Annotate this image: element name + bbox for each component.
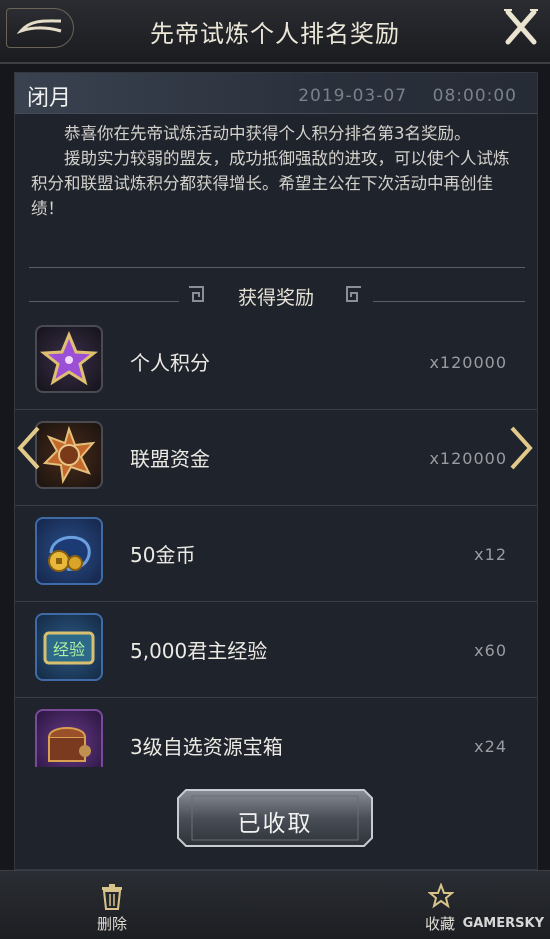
reward-row: 联盟资金 x120000 [15, 409, 537, 506]
mail-time: 08:00:00 [432, 86, 517, 106]
mail-panel: 闭月 2019-03-07 08:00:00 恭喜你在先帝试炼活动中获得个人积分… [14, 72, 538, 870]
alliance-emblem-icon [35, 421, 103, 489]
treasure-chest-icon [35, 709, 103, 767]
received-button-label: 已收取 [237, 811, 313, 837]
received-button[interactable]: 已收取 [176, 786, 374, 850]
svg-text:经验: 经验 [53, 640, 85, 659]
title-bar: 先帝试炼个人排名奖励 [0, 0, 550, 64]
reward-row: 50金币 x12 [15, 505, 537, 602]
reward-qty: x24 [474, 737, 507, 756]
mail-datetime: 2019-03-07 08:00:00 [298, 86, 517, 106]
delete-label: 删除 [96, 915, 127, 933]
reward-qty: x60 [474, 641, 507, 660]
close-button[interactable] [500, 6, 542, 48]
purple-star-icon [35, 325, 103, 393]
mail-date: 2019-03-07 [298, 86, 408, 106]
reward-row: 个人积分 x120000 [15, 313, 537, 410]
section-divider-top [29, 267, 525, 268]
reward-qty: x120000 [429, 353, 507, 372]
page-title: 先帝试炼个人排名奖励 [150, 20, 400, 48]
mail-paragraph-2: 援助实力较弱的盟友，成功抵御强敌的进攻，可以使个人试炼积分和联盟试炼积分都获得增… [31, 149, 510, 218]
mail-header: 闭月 2019-03-07 08:00:00 [15, 73, 537, 114]
mail-body: 恭喜你在先帝试炼活动中获得个人积分排名第3名奖励。 援助实力较弱的盟友，成功抵御… [31, 121, 523, 221]
mail-sender: 闭月 [27, 86, 72, 111]
reward-name: 3级自选资源宝箱 [130, 735, 283, 759]
experience-scroll-icon: 经验 [35, 613, 103, 681]
prev-mail-button[interactable] [14, 424, 44, 472]
chevron-left-icon [17, 426, 40, 470]
delete-button[interactable]: 删除 [72, 879, 152, 935]
reward-name: 联盟资金 [130, 447, 210, 471]
close-x-icon [504, 9, 538, 45]
next-mail-button[interactable] [506, 424, 536, 472]
watermark: GAMERSKY [462, 916, 544, 931]
reward-name: 5,000君主经验 [130, 639, 268, 663]
gold-coin-icon [35, 517, 103, 585]
rewards-section-title: 获得奖励 [237, 287, 314, 309]
reward-list[interactable]: 个人积分 x120000 联盟资金 x120000 50金币 x12 经验 5,… [15, 313, 537, 767]
trash-icon [102, 884, 122, 910]
footer-toolbar: 删除 收藏 GAMERSKY [0, 870, 550, 939]
reward-qty: x12 [474, 545, 507, 564]
reward-row: 3级自选资源宝箱 x24 [15, 697, 537, 767]
reward-name: 50金币 [130, 543, 196, 567]
chevron-right-icon [510, 426, 533, 470]
mail-paragraph-1: 恭喜你在先帝试炼活动中获得个人积分排名第3名奖励。 [64, 124, 471, 143]
reward-qty: x120000 [429, 449, 507, 468]
star-outline-icon [428, 883, 454, 909]
reward-row: 经验 5,000君主经验 x60 [15, 601, 537, 698]
reward-name: 个人积分 [130, 351, 210, 375]
